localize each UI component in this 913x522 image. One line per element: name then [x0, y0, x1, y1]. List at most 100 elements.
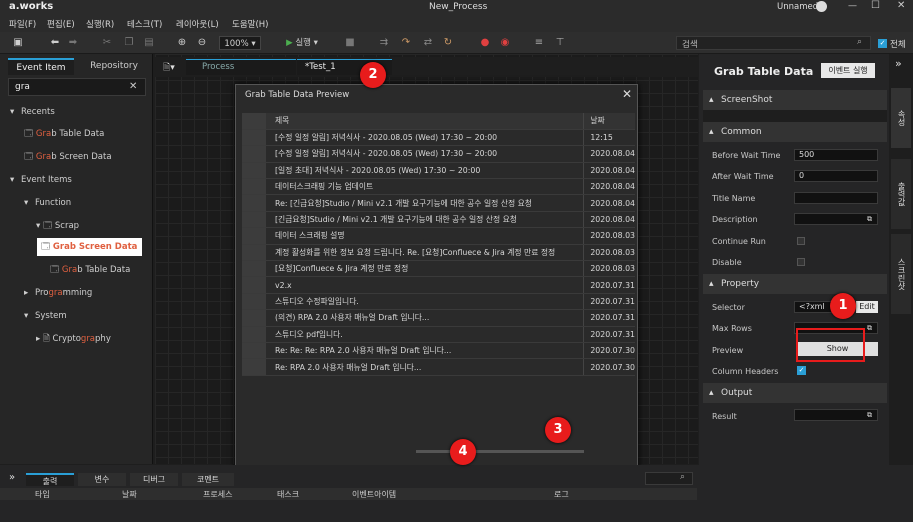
tab-repository[interactable]: Repository — [78, 58, 150, 75]
align-top-icon[interactable]: ⊤ — [553, 36, 567, 50]
section-screenshot[interactable]: ▴ ScreenShot — [703, 90, 887, 110]
table-row[interactable]: v2.x 2020.07.31 — [242, 276, 635, 294]
tree-event-items[interactable]: ▾ Event Items — [0, 170, 152, 190]
tree-recent-grab-table[interactable]: 🗔 Grab Table Data — [0, 124, 152, 144]
expand-icon[interactable]: ⧉ — [867, 214, 872, 224]
run-event-button[interactable]: 이벤트 실행 — [821, 63, 875, 78]
description-input[interactable]: ⧉ — [794, 213, 878, 225]
title-name-input[interactable] — [794, 192, 878, 204]
table-row[interactable]: 계정 활성화를 위한 정보 요청 드립니다. Re. [요청]Confluece… — [242, 244, 635, 262]
filter-input[interactable]: gra ✕ — [8, 78, 146, 96]
stop-icon[interactable]: ■ — [343, 36, 357, 50]
step-into-icon[interactable]: ↷ — [399, 36, 413, 50]
tab-debug[interactable]: 디버그 — [130, 473, 178, 486]
tree-programming[interactable]: ▸ Programming — [0, 283, 152, 303]
tree-grab-screen-selected[interactable]: 🗔 Grab Screen Data — [37, 238, 142, 256]
menu-run[interactable]: 실행(R) — [86, 18, 114, 30]
maximize-icon[interactable]: ☐ — [871, 0, 880, 11]
search-box[interactable]: 검색 ⌕ — [676, 36, 871, 50]
run-button[interactable]: ▶ 실행 ▾ — [280, 36, 324, 50]
redo-icon[interactable]: ➡ — [66, 36, 80, 50]
table-row[interactable]: [일정 초대] 저녁식사 - 2020.08.05 (Wed) 17:30 ~ … — [242, 162, 635, 180]
section-common[interactable]: ▴ Common — [703, 122, 887, 142]
expand-icon[interactable]: ⧉ — [867, 410, 872, 420]
table-row[interactable]: 데이터 스크래핑 설명 2020.08.03 — [242, 227, 635, 245]
copy-icon[interactable]: ❐ — [122, 36, 136, 50]
section-label: ScreenShot — [721, 95, 773, 105]
table-row[interactable]: (의견) RPA 2.0 사용자 매뉴얼 Draft 입니다... 2020.07… — [242, 309, 635, 327]
side-tab-screenshot[interactable]: 스크린샷 — [891, 234, 911, 314]
side-tab-properties[interactable]: 속성 — [891, 88, 911, 148]
dialog-close-icon[interactable]: ✕ — [622, 87, 632, 101]
log-search[interactable]: ⌕ — [645, 472, 693, 485]
close-window-icon[interactable]: ✕ — [897, 0, 905, 11]
tab-test-label: *Test_1 — [305, 62, 336, 72]
table-row[interactable]: 스튜디오 pdf입니다. 2020.07.31 — [242, 326, 635, 343]
tree-function[interactable]: ▾ Function — [0, 193, 152, 213]
before-wait-label: Before Wait Time — [712, 151, 781, 160]
zoom-in-icon[interactable]: ⊕ — [175, 36, 189, 50]
restart-icon[interactable]: ↻ — [441, 36, 455, 50]
tree-recents[interactable]: ▾ Recents — [0, 102, 152, 122]
step-out-icon[interactable]: ⇄ — [421, 36, 435, 50]
disable-checkbox[interactable] — [797, 258, 805, 266]
table-row[interactable]: [요청]Confluece & Jira 계정 만료 정정 2020.08.03 — [242, 260, 635, 278]
zoom-select[interactable]: 100% ▾ — [219, 36, 261, 50]
table-row[interactable]: Re: RPA 2.0 사용자 매뉴얼 Draft 입니다... 2020.07.… — [242, 358, 635, 376]
section-output[interactable]: ▴ Output — [703, 383, 887, 403]
tab-event-item[interactable]: Event Item — [8, 58, 74, 75]
tab-comment[interactable]: 코멘트 — [182, 473, 234, 486]
section-property[interactable]: ▴ Property — [703, 274, 887, 294]
horizontal-scrollbar[interactable] — [416, 450, 584, 453]
tree-grab-table[interactable]: 🗔 Grab Table Data — [0, 260, 152, 280]
paste-icon[interactable]: ▤ — [142, 36, 156, 50]
clear-filter-icon[interactable]: ✕ — [129, 81, 137, 92]
menu-file[interactable]: 파일(F) — [9, 18, 36, 30]
menu-task[interactable]: 테스크(T) — [127, 18, 162, 30]
side-tab-output[interactable]: 출력값 — [891, 159, 911, 229]
before-wait-input[interactable]: 500 — [794, 149, 878, 161]
table-row[interactable]: [긴급요청]Studio / Mini v2.1 개발 요구기능에 대한 공수 … — [242, 211, 635, 229]
tree-cryptography[interactable]: ▸ 🗎 Cryptography — [0, 329, 152, 349]
tab-output[interactable]: 출력 — [26, 473, 74, 486]
edit-selector-button[interactable]: Edit — [856, 301, 878, 313]
result-input[interactable]: ⧉ — [794, 409, 878, 421]
after-wait-input[interactable]: 0 — [794, 170, 878, 182]
expand-icon[interactable]: ⧉ — [867, 323, 872, 333]
step-over-icon[interactable]: ⇉ — [377, 36, 391, 50]
tab-process[interactable]: Process — [186, 59, 296, 75]
menu-help[interactable]: 도움말(H) — [232, 18, 268, 30]
collapse-panel-icon[interactable]: » — [895, 57, 902, 70]
column-headers-checkbox[interactable]: ✓ — [797, 366, 806, 375]
table-row[interactable]: [수정 일정 알림] 저녁식사 - 2020.08.05 (Wed) 17:30… — [242, 145, 635, 163]
collapse-bottom-icon[interactable]: » — [9, 472, 15, 483]
cut-icon[interactable]: ✂ — [100, 36, 114, 50]
tab-variables[interactable]: 변수 — [78, 473, 126, 486]
menu-layout[interactable]: 레이아웃(L) — [176, 18, 219, 30]
clear-breakpoint-icon[interactable]: ◉ — [498, 36, 512, 50]
table-row[interactable]: Re: Re: Re: RPA 2.0 사용자 매뉴얼 Draft 입니다...… — [242, 342, 635, 360]
tree-scrap[interactable]: ▾ 🗔 Scrap — [0, 216, 152, 236]
table-row[interactable]: Re: [긴급요청]Studio / Mini v2.1 개발 요구기능에 대한… — [242, 194, 635, 212]
tree-recent-grab-screen[interactable]: 🗔 Grab Screen Data — [0, 147, 152, 167]
user-name[interactable]: Unnamed — [777, 2, 818, 12]
tab-process-label: Process — [202, 62, 235, 72]
breakpoint-icon[interactable]: ● — [478, 36, 492, 50]
table-row[interactable]: 데이터스크래핑 기능 업데이트 2020.08.04 — [242, 178, 635, 196]
menu-edit[interactable]: 편집(E) — [47, 18, 75, 30]
save-icon[interactable]: ▣ — [11, 36, 25, 50]
align-icon[interactable]: ≡ — [532, 36, 546, 50]
search-icon[interactable]: ⌕ — [680, 472, 685, 482]
zoom-out-icon[interactable]: ⊖ — [195, 36, 209, 50]
tree-system[interactable]: ▾ System — [0, 306, 152, 326]
continue-run-checkbox[interactable] — [797, 237, 805, 245]
table-row[interactable]: 스튜디오 수정파일입니다. 2020.07.31 — [242, 293, 635, 311]
minimize-icon[interactable]: — — [848, 1, 857, 11]
undo-icon[interactable]: ⬅ — [48, 36, 62, 50]
user-avatar-icon[interactable] — [816, 1, 827, 12]
row-handle — [242, 162, 266, 180]
new-doc-icon[interactable]: 🗎▾ — [163, 60, 175, 76]
search-icon[interactable]: ⌕ — [857, 37, 862, 47]
table-row[interactable]: [수정 일정 알림] 저녁식사 - 2020.08.05 (Wed) 17:30… — [242, 129, 635, 147]
all-checkbox[interactable]: ✓ — [878, 39, 887, 48]
